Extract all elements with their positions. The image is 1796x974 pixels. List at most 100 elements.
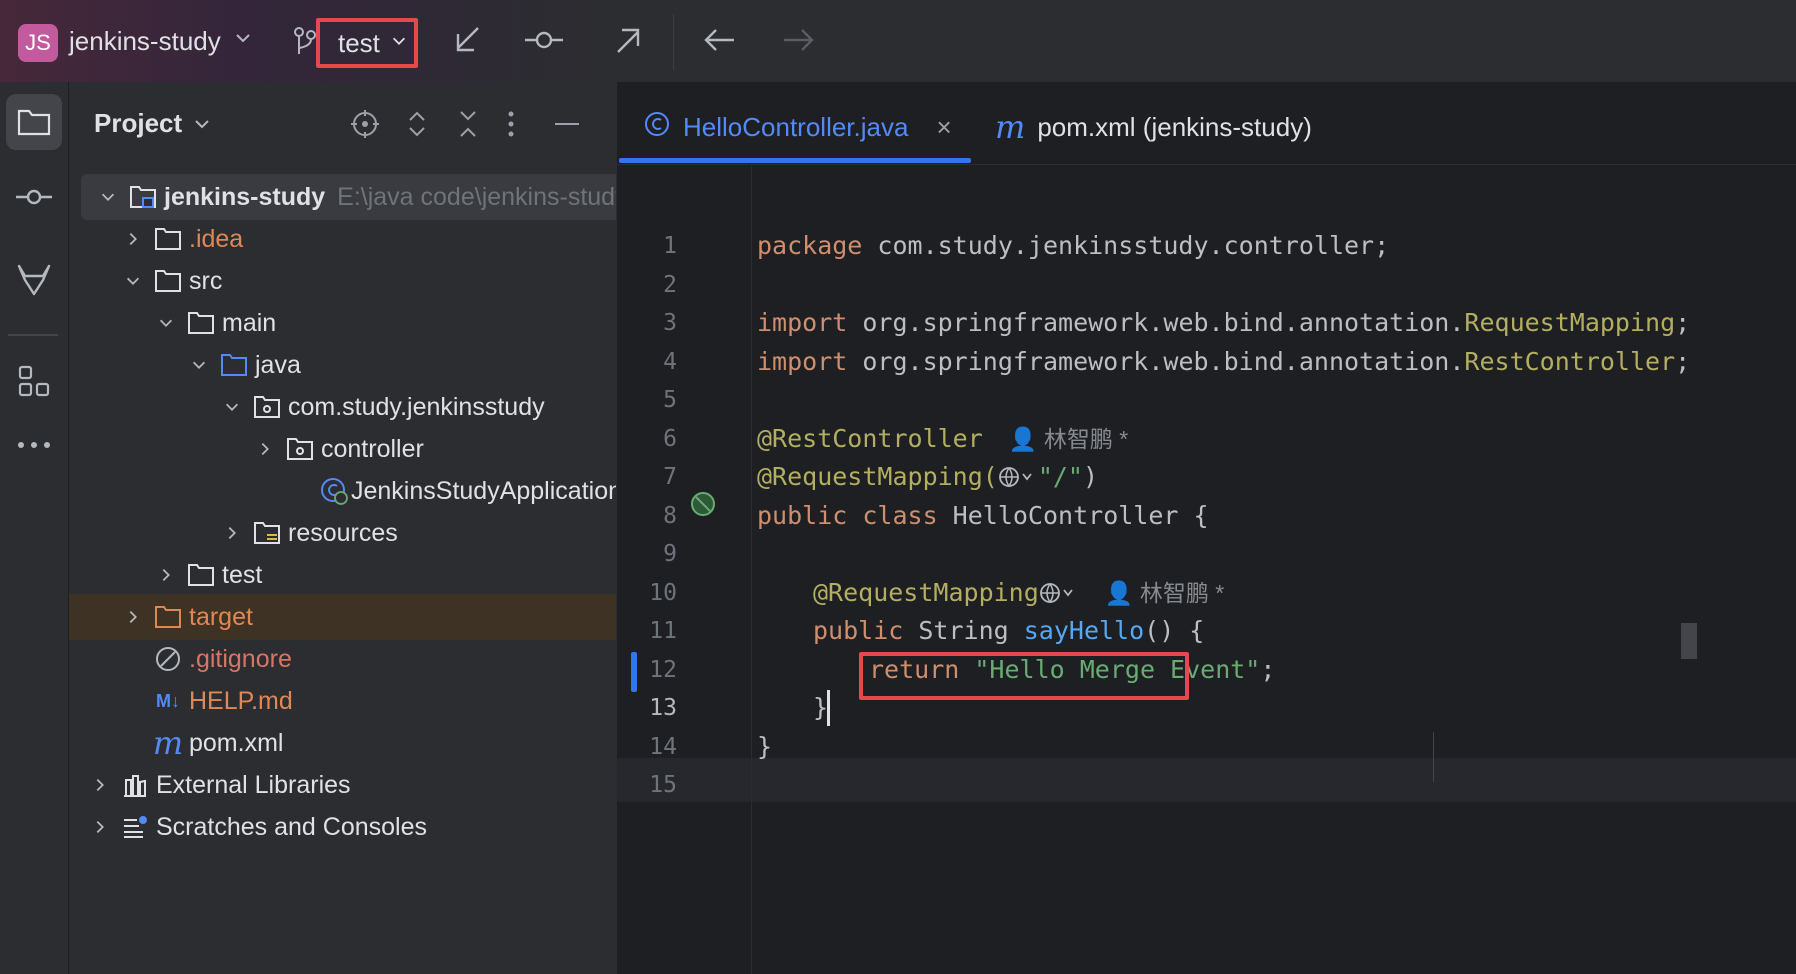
code-line[interactable]: package com.study.jenkinsstudy.controlle… — [757, 224, 1389, 268]
tree-item-idea[interactable]: .idea — [69, 216, 616, 262]
branch-selector[interactable]: test — [316, 18, 418, 68]
code-line[interactable]: public class HelloController { — [757, 494, 1209, 538]
author-hint[interactable]: 👤 林智鹏 * — [1105, 580, 1224, 606]
java-class-icon — [643, 110, 671, 145]
chevron-down-icon[interactable] — [94, 183, 122, 211]
commit-icon[interactable] — [523, 22, 565, 58]
tree-item-label: jenkins-study — [164, 182, 326, 211]
tree-item-help-md[interactable]: M↓ HELP.md — [69, 678, 616, 724]
code-token: @RequestMapping — [813, 578, 1039, 607]
chevron-down-icon[interactable] — [185, 351, 213, 379]
tree-item-java[interactable]: java — [69, 342, 616, 388]
tree-item-controller[interactable]: controller — [69, 426, 616, 472]
chevron-right-icon[interactable] — [86, 771, 114, 799]
project-badge[interactable]: JS — [18, 24, 58, 62]
maven-icon: m — [152, 724, 184, 762]
tree-item-external-libraries[interactable]: External Libraries — [69, 762, 616, 808]
code-line[interactable]: import org.springframework.web.bind.anno… — [757, 340, 1690, 384]
package-icon — [252, 392, 282, 422]
chevron-down-icon[interactable] — [152, 309, 180, 337]
tool-window-bar — [0, 82, 69, 974]
branch-icon[interactable] — [293, 26, 317, 56]
author-name: 林智鹏 * — [1139, 580, 1225, 606]
chevron-down-icon[interactable] — [119, 267, 147, 295]
project-tool-button[interactable] — [0, 94, 68, 150]
tree-item-jenkins-study[interactable]: jenkins-study E:\java code\jenkins-study — [81, 174, 616, 220]
push-icon[interactable] — [610, 22, 646, 58]
code-token: } — [757, 732, 773, 761]
back-icon[interactable] — [700, 22, 738, 58]
spring-bean-gutter-icon[interactable] — [689, 490, 719, 525]
commit-tool-button[interactable] — [0, 182, 68, 217]
tree-item-path: E:\java code\jenkins-study — [337, 182, 616, 211]
chevron-right-icon[interactable] — [119, 603, 147, 631]
code-line[interactable]: import org.springframework.web.bind.anno… — [757, 301, 1690, 345]
markdown-icon: M↓ — [156, 690, 180, 711]
tree-item-src[interactable]: src — [69, 258, 616, 304]
project-name[interactable]: jenkins-study — [69, 26, 221, 57]
line-number[interactable]: 3 — [617, 301, 677, 345]
forward-icon[interactable] — [780, 22, 818, 58]
folder-icon — [186, 560, 216, 590]
tree-item-scratches[interactable]: Scratches and Consoles — [69, 804, 616, 850]
collapse-all-icon[interactable] — [453, 108, 483, 145]
tree-item-label: src — [189, 266, 223, 295]
code-line[interactable]: } — [813, 686, 828, 730]
chevron-right-icon[interactable] — [86, 813, 114, 841]
line-number[interactable]: 1 — [617, 224, 677, 268]
code-line[interactable]: @RequestMapping("/") — [757, 455, 1098, 499]
tree-item-package[interactable]: com.study.jenkinsstudy — [69, 384, 616, 430]
tree-item-label: java — [255, 350, 301, 379]
line-number[interactable]: 11 — [617, 609, 677, 653]
code-token: ; — [1260, 655, 1276, 684]
ignored-file-icon — [153, 644, 183, 674]
line-number[interactable]: 9 — [617, 532, 677, 576]
chevron-down-icon[interactable] — [192, 114, 212, 139]
tree-item-pom[interactable]: m pom.xml — [69, 720, 616, 766]
options-icon[interactable] — [505, 108, 517, 145]
tree-item-label: target — [189, 602, 253, 631]
web-endpoint-icon[interactable] — [1039, 578, 1079, 607]
tree-item-test[interactable]: test — [69, 552, 616, 598]
structure-icon — [17, 364, 51, 403]
web-endpoint-icon[interactable] — [998, 462, 1038, 491]
code-token: org.springframework.web.bind.annotation. — [847, 308, 1465, 337]
line-number[interactable]: 5 — [617, 378, 677, 422]
chevron-right-icon[interactable] — [119, 225, 147, 253]
code-line[interactable]: public String sayHello() { — [813, 609, 1204, 653]
main-toolbar: JS jenkins-study test — [0, 0, 1796, 83]
module-folder-icon — [128, 182, 158, 212]
hide-icon[interactable] — [552, 108, 582, 145]
chevron-right-icon[interactable] — [152, 561, 180, 589]
commit-icon — [14, 182, 54, 217]
line-number[interactable]: 15 — [617, 763, 677, 807]
code-line[interactable]: } — [757, 725, 772, 769]
tree-item-application-class[interactable]: JenkinsStudyApplication — [69, 468, 616, 514]
chevron-right-icon[interactable] — [251, 435, 279, 463]
tree-item-main[interactable]: main — [69, 300, 616, 346]
structure-tool-button[interactable] — [0, 364, 68, 403]
project-panel-title[interactable]: Project — [94, 108, 182, 139]
tree-item-resources[interactable]: resources — [69, 510, 616, 556]
locate-icon[interactable] — [349, 108, 381, 145]
tab-hello-controller[interactable]: HelloController.java × — [643, 104, 952, 150]
chevron-down-icon[interactable] — [218, 393, 246, 421]
chevron-right-icon[interactable] — [218, 519, 246, 547]
line-number[interactable]: 7 — [617, 455, 677, 499]
expand-all-icon[interactable] — [402, 108, 432, 145]
tree-item-target[interactable]: target — [69, 594, 616, 640]
excluded-folder-icon — [153, 602, 183, 632]
author-hint[interactable]: 👤 林智鹏 * — [1009, 426, 1128, 452]
text-caret — [827, 690, 830, 726]
tree-item-gitignore[interactable]: .gitignore — [69, 636, 616, 682]
line-number-current[interactable]: 13 — [617, 686, 677, 730]
more-tools-button[interactable] — [0, 438, 68, 456]
close-icon[interactable]: × — [936, 112, 951, 143]
chevron-down-icon[interactable] — [233, 28, 253, 48]
tab-pom[interactable]: m pom.xml (jenkins-study) — [995, 104, 1312, 150]
tree-item-label: main — [222, 308, 277, 337]
update-project-icon[interactable] — [450, 22, 486, 58]
gitlab-tool-button[interactable] — [0, 260, 68, 303]
code-token: import — [757, 308, 848, 337]
current-line-highlight — [617, 758, 1796, 802]
